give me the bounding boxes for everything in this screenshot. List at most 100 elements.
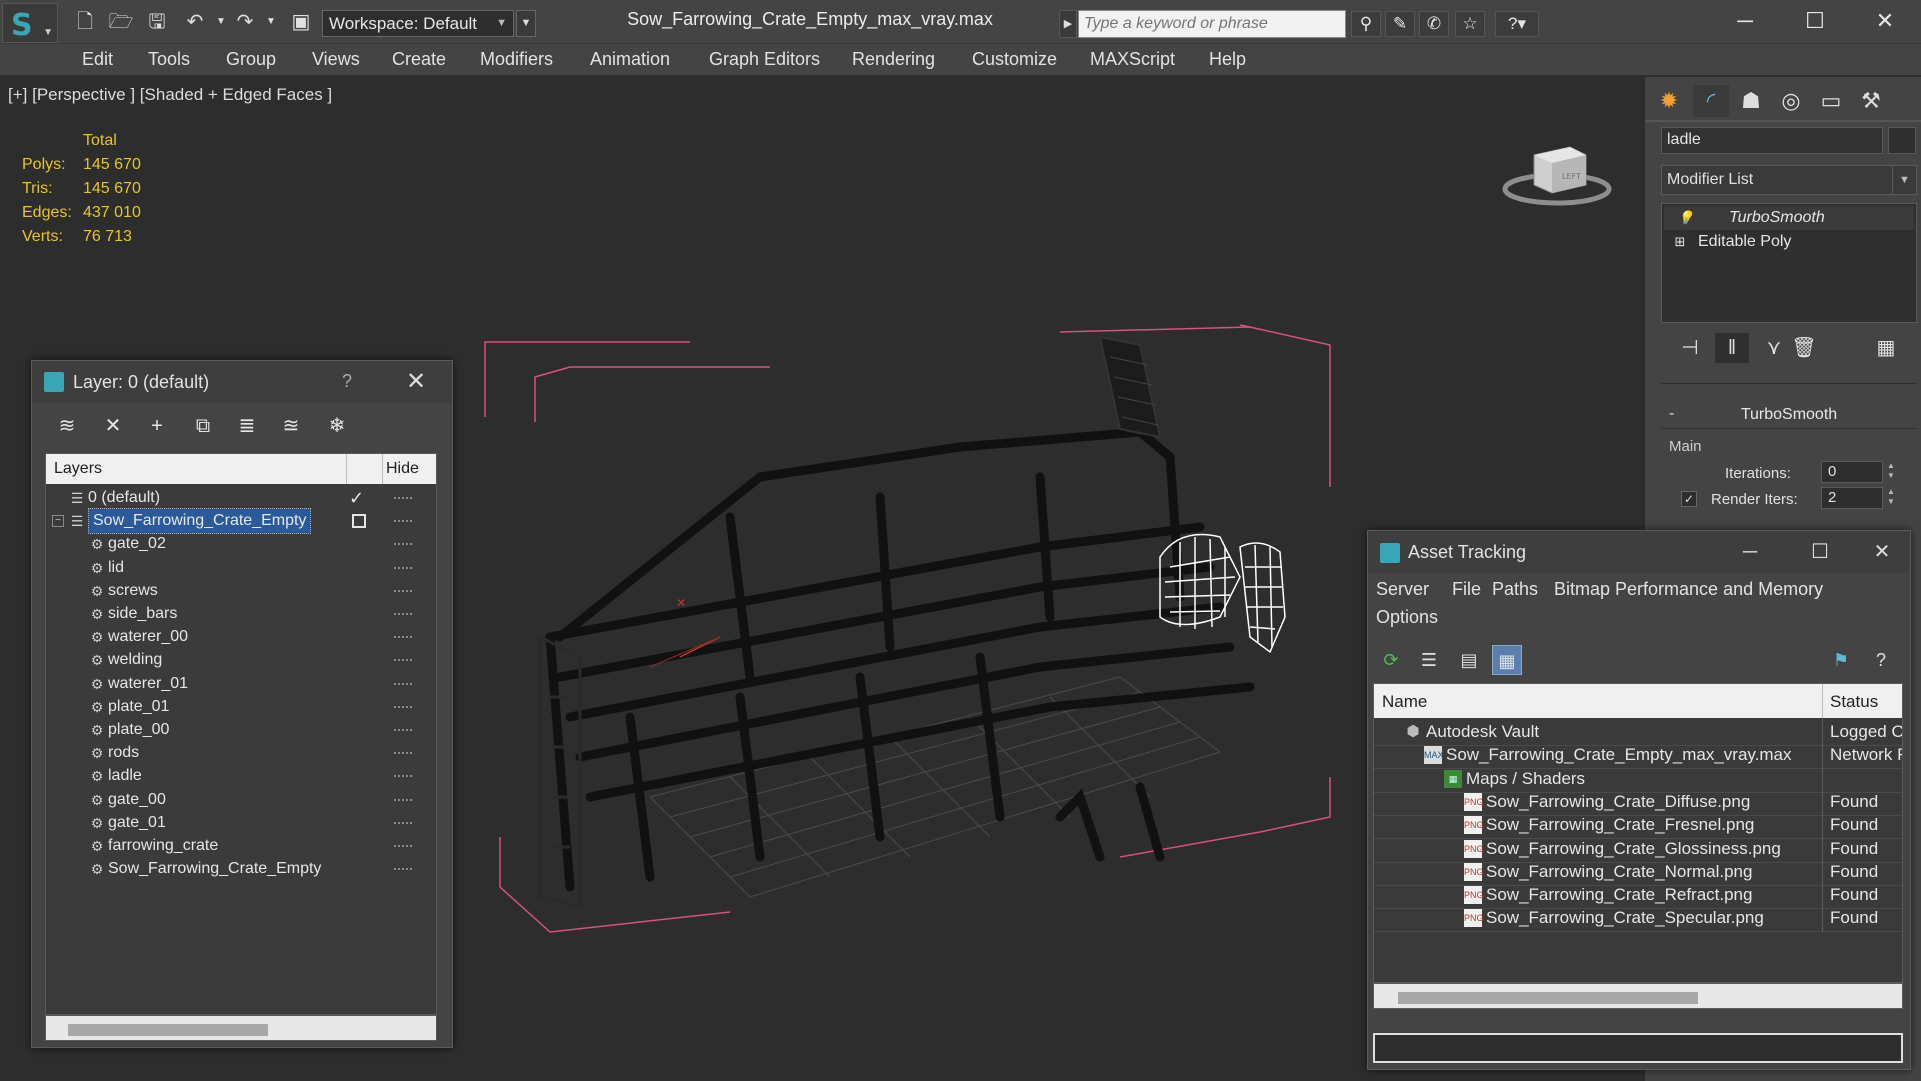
display-tab-icon[interactable]: ▭ <box>1813 85 1849 117</box>
undo-dropdown-icon[interactable]: ▼ <box>208 10 234 34</box>
spinner-arrows-icon[interactable]: ▲ ▼ <box>1885 487 1897 509</box>
pin-stack-icon[interactable]: ⊣ <box>1673 333 1707 363</box>
hide-toggle[interactable] <box>394 566 412 569</box>
table-view-icon[interactable]: ▦ <box>1492 645 1522 675</box>
column-header-name[interactable]: Name <box>1382 692 1427 712</box>
menu-create[interactable]: Create <box>392 49 446 70</box>
hide-toggle[interactable] <box>394 589 412 592</box>
help-icon[interactable]: ?▾ <box>1495 11 1539 37</box>
asset-row[interactable]: PNG Sow_Farrowing_Crate_Specular.png Found <box>1374 904 1902 933</box>
render-iters-spinner[interactable]: 2 <box>1821 487 1883 509</box>
show-end-result-icon[interactable]: ‖ <box>1715 333 1749 363</box>
create-tab-icon[interactable]: ✹ <box>1651 85 1687 117</box>
expand-plus-icon[interactable]: ⊞ <box>1670 230 1690 254</box>
viewport-label[interactable]: [+] [Perspective ] [Shaded + Edged Faces… <box>8 85 332 105</box>
asset-tracking-titlebar[interactable]: Asset Tracking ─ ☐ ✕ <box>1368 531 1910 573</box>
menu-rendering[interactable]: Rendering <box>852 49 935 70</box>
hide-toggle[interactable] <box>394 636 412 639</box>
render-iters-checkbox[interactable]: ✓ <box>1681 491 1697 507</box>
turbosmooth-rollout-header[interactable]: - TurboSmooth <box>1661 403 1917 429</box>
binoculars-icon[interactable]: ⚲ <box>1351 11 1381 37</box>
close-icon[interactable]: ✕ <box>1860 6 1910 36</box>
refresh-icon[interactable]: ⟳ <box>1376 645 1406 675</box>
set-active-layer-box[interactable] <box>352 514 366 529</box>
hide-toggle[interactable] <box>394 497 412 499</box>
hide-toggle[interactable] <box>394 798 412 801</box>
search-input[interactable] <box>1078 10 1346 38</box>
menu-views[interactable]: Views <box>312 49 360 70</box>
menu-paths[interactable]: Paths <box>1492 579 1538 600</box>
select-layer-icon[interactable]: ≣ <box>232 411 262 441</box>
maximize-icon[interactable]: ☐ <box>1790 6 1840 36</box>
list-view-icon[interactable]: ☰ <box>1414 645 1444 675</box>
close-icon[interactable]: ✕ <box>1862 537 1902 567</box>
favorites-star-icon[interactable]: ☆ <box>1455 11 1485 37</box>
layer-dialog-titlebar[interactable]: Layer: 0 (default) ? ✕ <box>32 361 452 403</box>
menu-options[interactable]: Options <box>1376 607 1438 628</box>
hide-toggle[interactable] <box>394 705 412 708</box>
layer-list[interactable]: Layers Hide ☰ 0 (default) ✓ − ☰ Sow_Farrowing… <box>45 453 437 1015</box>
delete-layer-icon[interactable]: ✕ <box>98 411 128 441</box>
hide-toggle[interactable] <box>394 543 412 546</box>
horizontal-scrollbar[interactable] <box>45 1015 437 1041</box>
remove-modifier-icon[interactable]: 🗑 <box>1787 333 1821 363</box>
layer-object-row[interactable]: ⚙ Sow_Farrowing_Crate_Empty <box>46 855 436 883</box>
hide-toggle[interactable] <box>394 821 412 824</box>
column-header-layers[interactable]: Layers <box>54 460 102 478</box>
hide-all-icon[interactable]: ≊ <box>276 411 306 441</box>
menu-file[interactable]: File <box>1452 579 1481 600</box>
configure-sets-icon[interactable]: ▦ <box>1869 333 1903 363</box>
hide-toggle[interactable] <box>394 659 412 662</box>
undo-icon[interactable]: ↶ <box>182 10 208 34</box>
freeze-all-icon[interactable]: ❄ <box>322 411 352 441</box>
modify-tab-icon[interactable]: ◜ <box>1693 85 1729 117</box>
menu-group[interactable]: Group <box>226 49 276 70</box>
menu-bitmap-performance[interactable]: Bitmap Performance and Memory <box>1554 579 1823 600</box>
object-color-swatch[interactable] <box>1888 127 1916 154</box>
minimize-icon[interactable]: ─ <box>1720 6 1770 36</box>
hide-toggle[interactable] <box>394 845 412 847</box>
help-icon[interactable]: ? <box>1866 645 1896 675</box>
redo-dropdown-icon[interactable]: ▼ <box>258 10 284 34</box>
modifier-stack[interactable]: 💡 TurboSmooth ⊞ Editable Poly <box>1661 203 1917 323</box>
menu-animation[interactable]: Animation <box>590 49 670 70</box>
modifier-list-dropdown[interactable]: Modifier List ▼ <box>1661 165 1917 195</box>
menu-modifiers[interactable]: Modifiers <box>480 49 553 70</box>
asset-path-field[interactable] <box>1373 1033 1903 1063</box>
make-unique-icon[interactable]: ⋎ <box>1757 333 1791 363</box>
menu-graph-editors[interactable]: Graph Editors <box>709 49 820 70</box>
create-layer-icon[interactable]: ≋ <box>52 411 82 441</box>
horizontal-scrollbar[interactable] <box>1373 983 1903 1009</box>
save-icon[interactable]: 🖫 <box>144 10 170 34</box>
hide-toggle[interactable] <box>394 752 412 755</box>
menu-customize[interactable]: Customize <box>972 49 1057 70</box>
menu-tools[interactable]: Tools <box>148 49 190 70</box>
project-folder-icon[interactable]: ▣ <box>288 10 314 34</box>
hide-toggle[interactable] <box>394 775 412 778</box>
menu-maxscript[interactable]: MAXScript <box>1090 49 1175 70</box>
highlight-assets-icon[interactable]: ⚑ <box>1826 645 1856 675</box>
hide-toggle[interactable] <box>394 729 412 731</box>
select-objects-icon[interactable]: ⧉ <box>188 411 218 441</box>
asset-table[interactable]: Name Status ⬢ Autodesk Vault Logged O MAX So… <box>1373 683 1903 983</box>
scrollbar-thumb[interactable] <box>1398 992 1698 1004</box>
workspace-select[interactable]: Workspace: Default ▼ <box>322 10 514 37</box>
column-header-status[interactable]: Status <box>1830 692 1878 712</box>
menu-help[interactable]: Help <box>1209 49 1246 70</box>
stack-item-editable-poly[interactable]: ⊞ Editable Poly <box>1664 230 1914 254</box>
hide-toggle[interactable] <box>394 520 412 523</box>
lightbulb-icon[interactable]: 💡 <box>1676 206 1696 230</box>
column-header-hide[interactable]: Hide <box>386 460 419 478</box>
spinner-arrows-icon[interactable]: ▲ ▼ <box>1885 461 1897 483</box>
scrollbar-thumb[interactable] <box>68 1024 268 1036</box>
stack-item-turbosmooth[interactable]: 💡 TurboSmooth <box>1664 206 1914 230</box>
open-file-icon[interactable]: 🗁 <box>108 10 134 34</box>
thumbnail-view-icon[interactable]: ▤ <box>1454 645 1484 675</box>
help-button[interactable]: ? <box>342 371 352 392</box>
farrowing-crate-model[interactable]: ✕ <box>480 297 1380 957</box>
collapse-icon[interactable]: − <box>52 515 64 528</box>
iterations-spinner[interactable]: 0 <box>1821 461 1883 483</box>
object-name-field[interactable]: ladle <box>1661 127 1883 154</box>
maximize-icon[interactable]: ☐ <box>1800 537 1840 567</box>
redo-icon[interactable]: ↷ <box>232 10 258 34</box>
